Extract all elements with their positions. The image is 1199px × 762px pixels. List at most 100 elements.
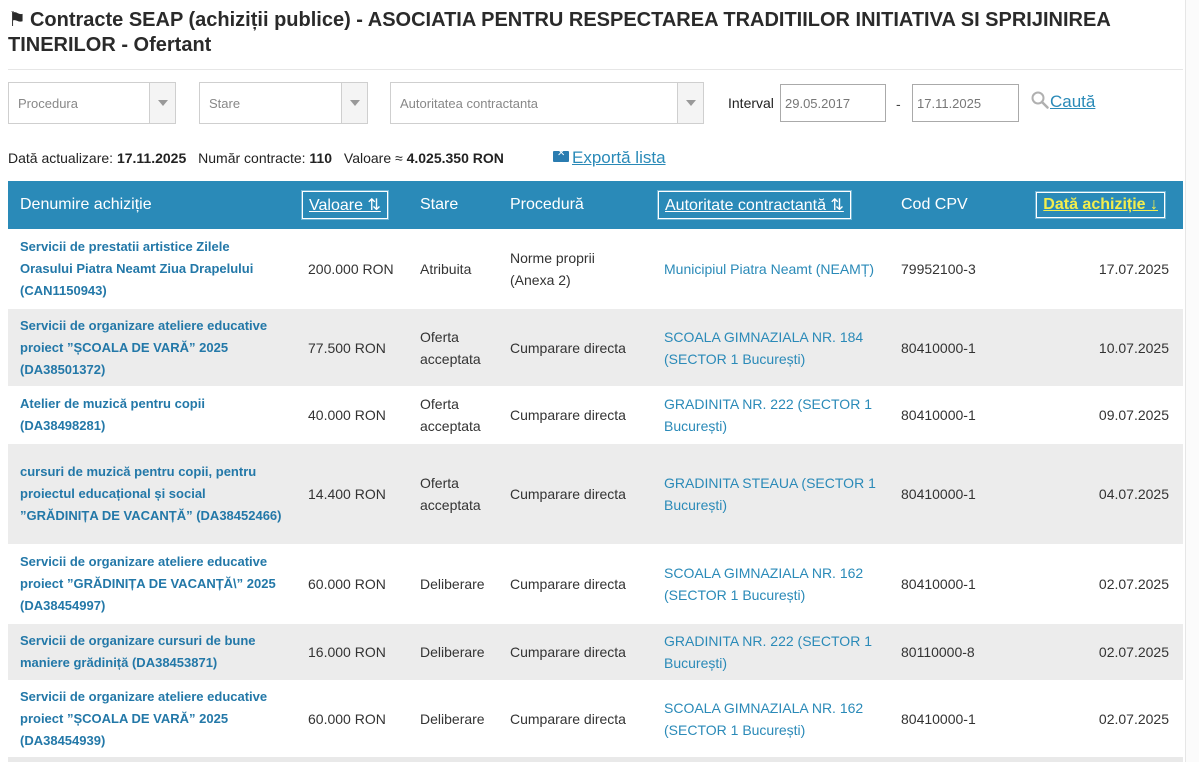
table-header-row: Denumire achiziție Valoare ⇅ Stare Proce… bbox=[8, 181, 1183, 229]
contract-status: Deliberare bbox=[420, 711, 485, 727]
contract-status: Deliberare bbox=[420, 576, 485, 592]
contract-date: 02.07.2025 bbox=[1004, 624, 1183, 680]
col-header-authority: Autoritate contractantă ⇅ bbox=[652, 181, 889, 229]
contract-cpv: 80410000-1 bbox=[901, 711, 976, 727]
authority-link[interactable]: Municipiul Piatra Neamt (NEAMȚ) bbox=[652, 229, 889, 309]
table-row: Servicii de organizare cursuri de bune m… bbox=[8, 624, 1183, 680]
contract-procedure: Cumparare directa bbox=[510, 407, 626, 423]
authority-select[interactable]: Autoritatea contractanta bbox=[390, 82, 704, 124]
sort-by-authority-button[interactable]: Autoritate contractantă ⇅ bbox=[658, 191, 851, 219]
col-header-date: Dată achiziție ↓ bbox=[1004, 181, 1183, 229]
procedure-select-placeholder: Procedura bbox=[18, 96, 78, 111]
excel-icon bbox=[553, 148, 569, 162]
contract-name-link[interactable]: Servicii de prestatii artistice Zilele O… bbox=[8, 229, 296, 309]
authority-link[interactable]: GRADINITA NR. 222 (SECTOR 1 București) bbox=[652, 624, 889, 680]
table-row: Servicii de organizare ateliere educativ… bbox=[8, 544, 1183, 624]
contract-value: 40.000 RON bbox=[308, 407, 386, 423]
col-header-status: Stare bbox=[408, 181, 498, 229]
date-from-input[interactable] bbox=[780, 84, 886, 122]
count-value: 110 bbox=[309, 150, 332, 166]
col-header-cpv: Cod CPV bbox=[889, 181, 1004, 229]
page-scrollbar-gutter bbox=[1185, 0, 1199, 762]
status-select[interactable]: Stare bbox=[199, 82, 368, 124]
contract-date: 02.07.2025 bbox=[1098, 576, 1169, 592]
contract-name-link[interactable]: Atelier de muzică pentru copii (DA384982… bbox=[8, 386, 296, 444]
table-row: Servicii de organizare ateliere educativ… bbox=[8, 309, 1183, 386]
table-row: Servicii de organizare ateliere educativ… bbox=[8, 680, 1183, 758]
page-title-text: Contracte SEAP (achiziții publice) - ASO… bbox=[8, 9, 1111, 56]
contract-status: Deliberare bbox=[408, 624, 498, 680]
authority-link[interactable]: GRADINITA NR. 222 (SECTOR 1 București) bbox=[652, 386, 889, 444]
contract-value: 77.500 RON bbox=[296, 309, 408, 386]
sort-by-date-button[interactable]: Dată achiziție ↓ bbox=[1036, 192, 1165, 218]
col-header-name: Denumire achiziție bbox=[8, 181, 296, 229]
chevron-down-icon[interactable] bbox=[341, 83, 367, 123]
page-title: ⚑ Contracte SEAP (achiziții publice) - AS… bbox=[8, 8, 1178, 58]
contract-cpv: 80410000-1 bbox=[889, 309, 1004, 386]
table-row: cursuri de muzică pentru copii, pentru p… bbox=[8, 444, 1183, 544]
contract-date: 04.07.2025 bbox=[1004, 444, 1183, 544]
contract-value: 200.000 RON bbox=[308, 261, 394, 277]
title-divider bbox=[8, 69, 1183, 70]
contract-date: 10.07.2025 bbox=[1004, 309, 1183, 386]
chevron-down-icon[interactable] bbox=[149, 83, 175, 123]
table-row: Servicii de prestatii artistice Zilele O… bbox=[8, 229, 1183, 309]
search-label: Caută bbox=[1050, 92, 1096, 111]
status-select-placeholder: Stare bbox=[209, 96, 241, 111]
contract-name-link[interactable]: Servicii de organizare ateliere educativ… bbox=[8, 309, 296, 386]
col-header-procedure: Procedură bbox=[498, 181, 652, 229]
contracts-table: Denumire achiziție Valoare ⇅ Stare Proce… bbox=[8, 181, 1183, 758]
export-list-link[interactable]: Exportă lista bbox=[553, 148, 666, 168]
date-to-input[interactable] bbox=[912, 84, 1019, 122]
total-value-label: Valoare ≈ bbox=[343, 150, 403, 166]
total-value: 4.025.350 RON bbox=[406, 150, 504, 166]
contract-status: Oferta acceptata bbox=[408, 309, 498, 386]
summary-bar: Dată actualizare: 17.11.2025 Număr contr… bbox=[8, 150, 504, 166]
contract-procedure: Cumparare directa bbox=[510, 711, 626, 727]
procedure-select[interactable]: Procedura bbox=[8, 82, 176, 124]
contract-procedure: Cumparare directa bbox=[498, 444, 652, 544]
table-bottom-edge bbox=[8, 757, 1183, 762]
authority-link[interactable]: SCOALA GIMNAZIALA NR. 162 (SECTOR 1 Bucu… bbox=[652, 544, 889, 624]
contract-name-link[interactable]: cursuri de muzică pentru copii, pentru p… bbox=[8, 444, 296, 544]
contract-procedure: Cumparare directa bbox=[510, 576, 626, 592]
contract-cpv: 80410000-1 bbox=[889, 444, 1004, 544]
authority-link[interactable]: SCOALA GIMNAZIALA NR. 184 (SECTOR 1 Bucu… bbox=[652, 309, 889, 386]
contract-procedure: Norme proprii (Anexa 2) bbox=[510, 250, 595, 288]
contract-cpv: 80410000-1 bbox=[901, 407, 976, 423]
contract-name-link[interactable]: Servicii de organizare cursuri de bune m… bbox=[8, 624, 296, 680]
authority-select-placeholder: Autoritatea contractanta bbox=[400, 96, 539, 111]
contract-status: Oferta acceptata bbox=[408, 444, 498, 544]
magnifier-icon bbox=[1031, 91, 1049, 109]
interval-label: Interval bbox=[728, 95, 774, 111]
chevron-down-icon[interactable] bbox=[677, 83, 703, 123]
contract-date: 17.07.2025 bbox=[1098, 261, 1169, 277]
contract-status: Atribuita bbox=[420, 261, 472, 277]
contract-cpv: 80410000-1 bbox=[901, 576, 976, 592]
count-label: Număr contracte: bbox=[198, 150, 306, 166]
authority-link[interactable]: GRADINITA STEAUA (SECTOR 1 București) bbox=[652, 444, 889, 544]
contract-status: Oferta acceptata bbox=[420, 396, 481, 434]
contract-cpv: 80110000-8 bbox=[889, 624, 1004, 680]
contract-date: 09.07.2025 bbox=[1098, 407, 1169, 423]
contract-cpv: 79952100-3 bbox=[901, 261, 976, 277]
search-button[interactable]: Caută bbox=[1031, 91, 1095, 112]
date-separator: - bbox=[896, 96, 901, 112]
contract-date: 02.07.2025 bbox=[1098, 711, 1169, 727]
authority-link[interactable]: SCOALA GIMNAZIALA NR. 162 (SECTOR 1 Bucu… bbox=[652, 680, 889, 758]
table-row: Atelier de muzică pentru copii (DA384982… bbox=[8, 386, 1183, 444]
contract-procedure: Cumparare directa bbox=[498, 624, 652, 680]
flag-icon: ⚑ bbox=[8, 9, 26, 31]
contract-procedure: Cumparare directa bbox=[498, 309, 652, 386]
contract-value: 60.000 RON bbox=[308, 711, 386, 727]
contract-value: 14.400 RON bbox=[296, 444, 408, 544]
col-header-value: Valoare ⇅ bbox=[296, 181, 408, 229]
contract-name-link[interactable]: Servicii de organizare ateliere educativ… bbox=[8, 544, 296, 624]
updated-label: Dată actualizare: bbox=[8, 150, 114, 166]
contract-value: 60.000 RON bbox=[308, 576, 386, 592]
sort-by-value-button[interactable]: Valoare ⇅ bbox=[302, 191, 388, 219]
export-label: Exportă lista bbox=[572, 148, 666, 167]
updated-value: 17.11.2025 bbox=[116, 150, 187, 166]
contract-name-link[interactable]: Servicii de organizare ateliere educativ… bbox=[8, 680, 296, 758]
contract-value: 16.000 RON bbox=[296, 624, 408, 680]
